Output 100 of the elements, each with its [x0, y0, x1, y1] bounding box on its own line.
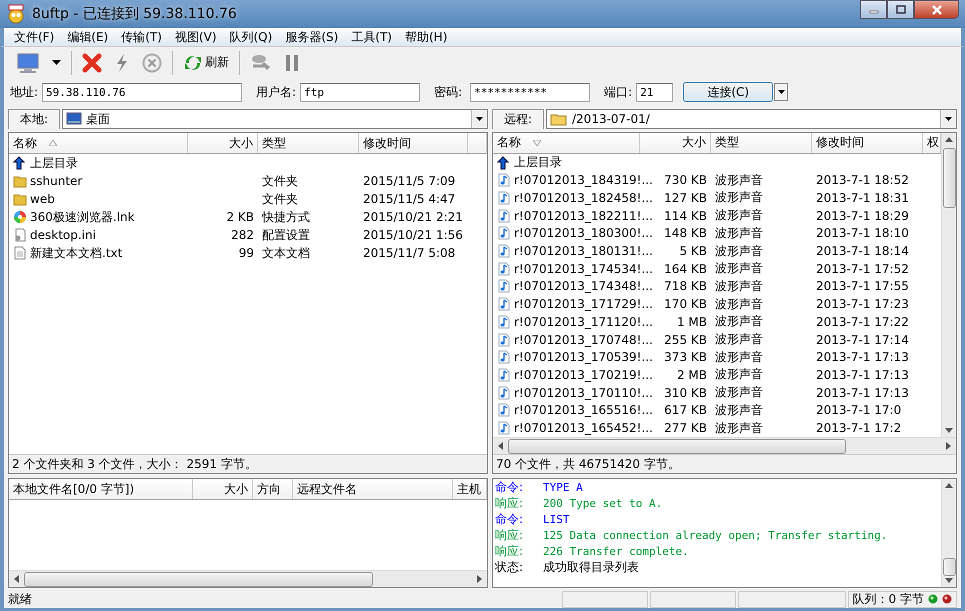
- audio-file-icon: [497, 350, 511, 364]
- close-icon: [82, 52, 102, 72]
- file-row[interactable]: r!07012013_182211!... 114 KB 波形声音 2013-7-1 18:29: [493, 206, 941, 224]
- lightning-icon: [114, 52, 130, 72]
- scrollbar-thumb[interactable]: [508, 438, 846, 454]
- disconnect-button[interactable]: [80, 50, 104, 74]
- column-header[interactable]: 修改时间: [359, 133, 468, 153]
- up-arrow-icon: [497, 156, 511, 170]
- menu-item[interactable]: 编辑(E): [61, 28, 116, 46]
- file-row[interactable]: r!07012013_170219!... 2 MB 波形声音 2013-7-1 17:13: [493, 366, 941, 384]
- modified-time: 2015/11/5 7:09: [363, 174, 456, 188]
- path-dropdown[interactable]: /2013-07-01/: [546, 109, 957, 129]
- file-name: r!07012013_170219!...: [514, 368, 653, 382]
- file-size: 617 KB: [664, 403, 707, 418]
- caret-icon: [476, 117, 483, 121]
- scrollbar-thumb[interactable]: [942, 148, 956, 208]
- file-row[interactable]: r!07012013_165452!... 277 KB 波形声音 2013-7-1 17:2: [493, 419, 941, 437]
- file-row[interactable]: r!07012013_174348!... 718 KB 波形声音 2013-7-1 17:55: [493, 278, 941, 296]
- window-title: 8uftp - 已连接到 59.38.110.76: [32, 5, 237, 23]
- file-name: r!07012013_182458!...: [514, 190, 653, 205]
- column-header[interactable]: 大小: [188, 133, 258, 153]
- file-row[interactable]: r!07012013_170110!... 310 KB 波形声音 2013-7-1 17:13: [493, 384, 941, 402]
- file-row[interactable]: 上层目录: [9, 154, 487, 172]
- file-row[interactable]: r!07012013_171120!... 1 MB 波形声音 2013-7-1 17:22: [493, 313, 941, 331]
- column-header[interactable]: 方向: [253, 479, 293, 499]
- column-header[interactable]: 名称: [493, 133, 640, 153]
- file-row[interactable]: 新建文本文档.txt 99 文本文档 2015/11/7 5:08: [9, 244, 487, 262]
- app-logo-icon: [6, 4, 26, 24]
- close-button[interactable]: [914, 0, 959, 19]
- menu-item[interactable]: 文件(F): [8, 28, 62, 46]
- scroll-left-icon: [13, 575, 20, 583]
- refresh-icon: [183, 54, 203, 72]
- log-message: LIST: [543, 512, 570, 526]
- column-header[interactable]: 类型: [711, 133, 812, 153]
- pause-icon: [284, 54, 300, 72]
- file-row[interactable]: r!07012013_165516!... 617 KB 波形声音 2013-7-1 17:0: [493, 402, 941, 420]
- file-size: 114 KB: [664, 208, 707, 223]
- username-field[interactable]: ftp: [300, 82, 420, 102]
- address-field[interactable]: 59.38.110.76: [42, 82, 242, 102]
- file-name: 上层目录: [30, 154, 78, 172]
- dropdown-button[interactable]: [50, 58, 63, 68]
- file-type: 波形声音: [715, 207, 763, 224]
- connect-options-button[interactable]: [774, 83, 788, 101]
- file-row[interactable]: r!07012013_174534!... 164 KB 波形声音 2013-7-1 17:52: [493, 260, 941, 278]
- file-row[interactable]: r!07012013_180300!... 148 KB 波形声音 2013-7-1 18:10: [493, 224, 941, 242]
- modified-time: 2013-7-1 17:55: [816, 279, 909, 294]
- modified-time: 2015/10/21 2:21: [363, 210, 463, 224]
- file-size: 164 KB: [664, 262, 707, 276]
- menu-item[interactable]: 队列(Q): [224, 28, 280, 46]
- column-header[interactable]: 大小: [193, 479, 253, 499]
- file-row[interactable]: 360极速浏览器.lnk 2 KB 快捷方式 2015/10/21 2:21: [9, 208, 487, 226]
- vertical-scrollbar[interactable]: [941, 133, 956, 437]
- file-name: r!07012013_165452!...: [514, 421, 653, 436]
- log-label: 命令:: [495, 510, 524, 528]
- password-field[interactable]: ***********: [470, 82, 590, 102]
- file-row[interactable]: web 文件夹 2015/11/5 4:47: [9, 190, 487, 208]
- refresh-button[interactable]: 刷新: [181, 52, 231, 74]
- connect-button[interactable]: 连接(C): [683, 82, 774, 102]
- menu-item[interactable]: 服务器(S): [279, 28, 346, 46]
- modified-time: 2013-7-1 17:14: [816, 332, 909, 347]
- column-header[interactable]: 本地文件名[0/0 字节]): [9, 479, 193, 499]
- audio-file-icon: [497, 173, 511, 188]
- column-header[interactable]: 修改时间: [812, 133, 923, 153]
- up-arrow-icon: [13, 156, 27, 170]
- audio-file-icon: [497, 297, 511, 312]
- horizontal-scrollbar[interactable]: [493, 437, 956, 454]
- file-type: 文本文档: [262, 244, 310, 262]
- file-row[interactable]: r!07012013_171729!... 170 KB 波形声音 2013-7-1 17:23: [493, 295, 941, 313]
- file-name: 新建文本文档.txt: [30, 244, 122, 262]
- modified-time: 2015/10/21 1:56: [363, 228, 463, 242]
- column-header[interactable]: 类型: [258, 133, 359, 153]
- file-row[interactable]: r!07012013_170748!... 255 KB 波形声音 2013-7-1 17:14: [493, 330, 941, 348]
- file-row[interactable]: r!07012013_180131!... 5 KB 波形声音 2013-7-1 18:14: [493, 242, 941, 260]
- file-size: 718 KB: [664, 279, 707, 294]
- menu-item[interactable]: 帮助(H): [399, 28, 454, 46]
- modified-time: 2013-7-1 17:23: [816, 297, 909, 312]
- column-header[interactable]: 名称: [9, 133, 188, 153]
- horizontal-scrollbar[interactable]: [9, 570, 487, 587]
- column-header[interactable]: 大小: [640, 133, 711, 153]
- column-header[interactable]: 远程文件名: [293, 479, 453, 499]
- minimize-button[interactable]: [860, 0, 887, 19]
- vertical-scrollbar[interactable]: [941, 479, 956, 587]
- column-header[interactable]: 主机: [453, 479, 487, 499]
- file-row[interactable]: r!07012013_184319!... 730 KB 波形声音 2013-7-1 18:52: [493, 171, 941, 190]
- scrollbar-thumb[interactable]: [24, 572, 374, 586]
- menu-item[interactable]: 视图(V): [168, 28, 224, 46]
- file-row[interactable]: r!07012013_170539!... 373 KB 波形声音 2013-7-1 17:13: [493, 348, 941, 366]
- file-row[interactable]: sshunter 文件夹 2015/11/5 7:09: [9, 172, 487, 190]
- file-row[interactable]: desktop.ini 282 配置设置 2015/10/21 1:56: [9, 226, 487, 244]
- file-row[interactable]: 上层目录: [493, 154, 941, 172]
- scrollbar-thumb[interactable]: [942, 558, 956, 576]
- file-row[interactable]: r!07012013_182458!... 127 KB 波形声音 2013-7-1 18:31: [493, 189, 941, 207]
- maximize-button[interactable]: [887, 0, 914, 19]
- port-field[interactable]: 21: [636, 82, 674, 102]
- menu-item[interactable]: 工具(T): [345, 28, 399, 46]
- stop-button[interactable]: [140, 50, 164, 74]
- menu-item[interactable]: 传输(T): [115, 28, 169, 46]
- audio-file-icon: [497, 368, 511, 382]
- file-size: 730 KB: [664, 173, 707, 188]
- path-dropdown[interactable]: 桌面: [62, 109, 488, 129]
